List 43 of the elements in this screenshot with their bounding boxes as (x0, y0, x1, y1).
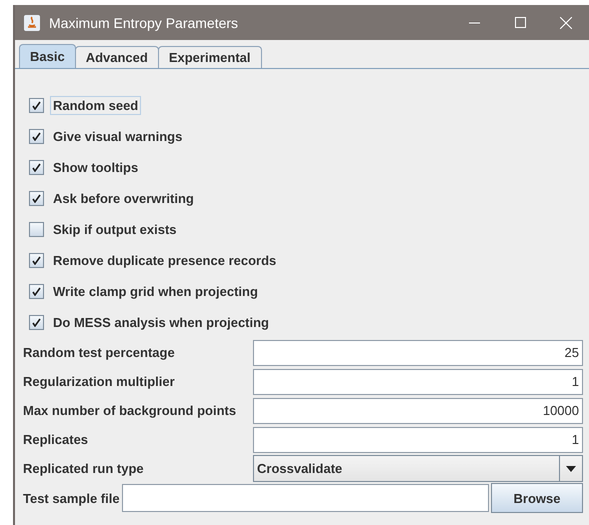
checkbox-label: Remove duplicate presence records (52, 252, 278, 270)
dropdown[interactable]: Crossvalidate (253, 455, 583, 482)
window-title: Maximum Entropy Parameters (49, 14, 240, 30)
field-label: Replicates (23, 432, 90, 447)
caret-icon (566, 466, 576, 472)
checkmark-icon (32, 256, 41, 264)
field-label: Replicated run type (23, 461, 145, 476)
tab[interactable]: Experimental (158, 46, 262, 68)
checkbox[interactable] (29, 252, 44, 268)
checkmark-icon (32, 286, 41, 296)
checkbox-label: Ask before overwriting (52, 190, 195, 208)
field-label: Regularization multiplier (23, 374, 176, 389)
checkbox-label: Random seed (50, 96, 142, 114)
input-field[interactable]: 10000 (253, 398, 583, 424)
checkmark-icon (32, 194, 41, 202)
checkbox[interactable] (29, 284, 44, 298)
checkmark-icon (32, 162, 41, 172)
close-icon (560, 16, 572, 28)
input-field[interactable]: 1 (253, 426, 583, 452)
checkbox-label: Show tooltips (52, 158, 140, 176)
checkmark-icon (32, 132, 41, 140)
checkbox[interactable] (29, 190, 44, 206)
checkbox[interactable] (29, 314, 44, 330)
maximize-icon (514, 17, 526, 28)
app-icon (23, 14, 41, 32)
tab[interactable]: Basic (19, 44, 76, 68)
checkmark-icon (32, 100, 41, 110)
checkbox-label: Write clamp grid when projecting (52, 282, 259, 300)
checkbox-label: Do MESS analysis when projecting (52, 314, 270, 332)
field-label: Random test percentage (23, 345, 176, 360)
browse-button[interactable]: Browse (491, 483, 583, 513)
input-field[interactable]: 25 (253, 340, 583, 366)
checkbox-label: Skip if output exists (52, 220, 178, 238)
checkbox-label: Give visual warnings (52, 128, 184, 146)
input-field[interactable]: 1 (253, 368, 583, 394)
field-label: Max number of background points (23, 403, 238, 418)
field-label: Test sample file (23, 490, 120, 506)
input-field[interactable] (122, 484, 489, 512)
checkbox[interactable] (29, 128, 44, 144)
checkmark-icon (32, 318, 41, 326)
checkbox[interactable] (29, 222, 44, 236)
checkbox[interactable] (29, 98, 44, 112)
checkbox[interactable] (29, 160, 44, 174)
